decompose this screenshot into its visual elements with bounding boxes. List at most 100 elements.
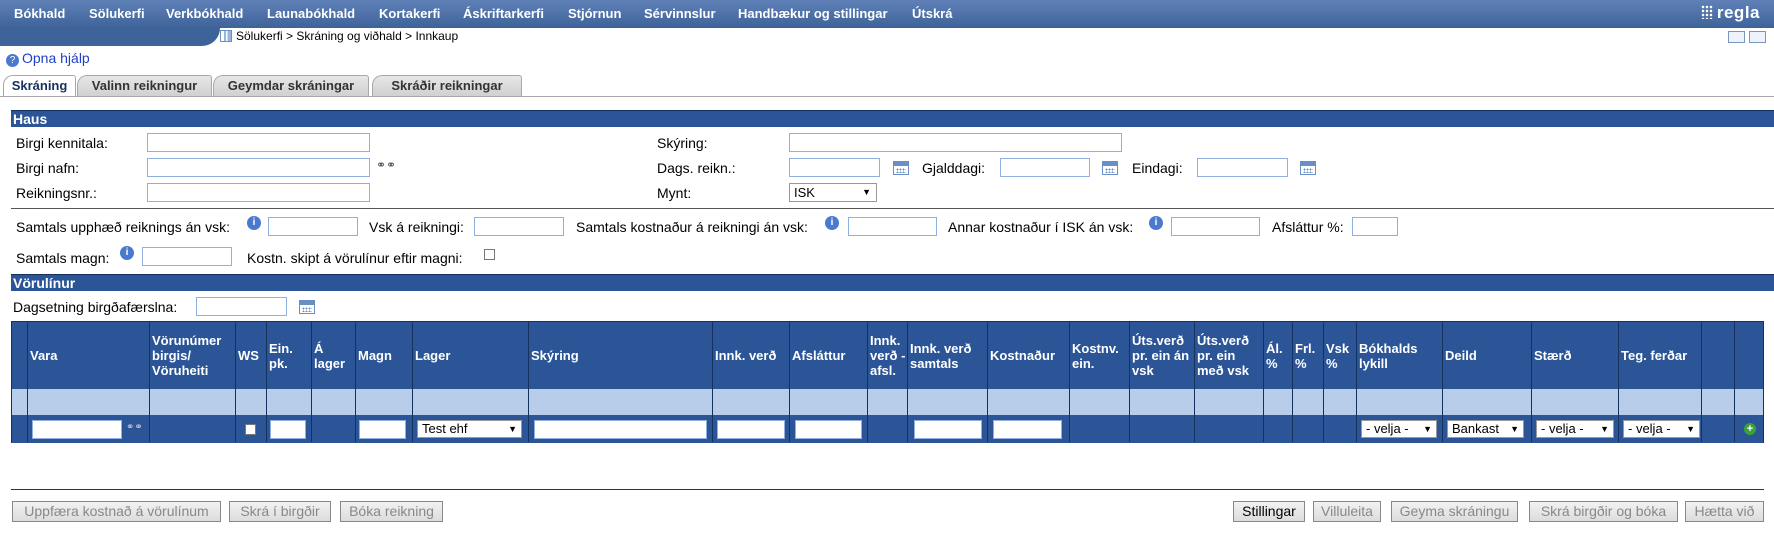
table-row: [12, 389, 1763, 415]
kostnadur-input[interactable]: [993, 420, 1062, 439]
gjalddagi-input[interactable]: [1000, 158, 1090, 177]
afslattur-input[interactable]: [1352, 217, 1398, 236]
samtals-upphaed-input[interactable]: [268, 217, 358, 236]
tab-baseline: [0, 96, 1774, 97]
teg-ferdar-select[interactable]: - velja - ▼: [1623, 420, 1700, 438]
birgi-kennitala-input[interactable]: [147, 133, 370, 152]
help-link[interactable]: ? Opna hjálp: [6, 50, 90, 67]
eindagi-input[interactable]: [1197, 158, 1288, 177]
header-kostnv-ein: Kostnv. ein.: [1072, 340, 1119, 371]
header-ws: WS: [238, 348, 259, 363]
add-row-icon[interactable]: +: [1744, 423, 1756, 435]
header-afslattur: Afsláttur: [792, 348, 846, 363]
boka-reikning-button[interactable]: Bóka reikning: [340, 501, 443, 522]
tab-geymdar-skraningar[interactable]: Geymdar skráningar: [213, 75, 369, 97]
ws-checkbox[interactable]: [245, 424, 256, 435]
calendar-icon[interactable]: [1102, 161, 1118, 175]
window-icon[interactable]: [1749, 31, 1766, 43]
header-skyring: Skýring: [531, 348, 579, 363]
breadcrumb: Sölukerfi > Skráning og viðhald > Innkau…: [220, 29, 458, 43]
mail-icon[interactable]: [1728, 31, 1745, 43]
tab-skradir-reikningar[interactable]: Skráðir reikningar: [372, 75, 522, 97]
info-icon[interactable]: i: [120, 246, 134, 260]
stillingar-button[interactable]: Stillingar: [1233, 501, 1305, 522]
header-teg-ferdar: Teg. ferðar: [1621, 348, 1688, 363]
section-haus: Haus: [11, 110, 1774, 127]
villuleita-button[interactable]: Villuleita: [1313, 501, 1381, 522]
deild-value: Bankast: [1452, 421, 1499, 436]
dagsetning-input[interactable]: [196, 297, 287, 316]
top-right-icons: [1724, 30, 1766, 46]
header-deild: Deild: [1445, 348, 1477, 363]
header-innk-verd-samtals: Innk. verð samtals: [910, 340, 972, 371]
dropdown-arrow-icon: ▼: [1686, 424, 1695, 434]
nav-item-stjornun[interactable]: Stjórnun: [568, 6, 621, 21]
vorulinur-table: Vara Vörunúmer birgis/ Vöruheiti WS Ein.…: [11, 321, 1764, 443]
nav-item-verkbokhald[interactable]: Verkbókhald: [166, 6, 243, 21]
afslattur-label: Afsláttur %:: [1272, 219, 1344, 235]
header-a-lager: Á lager: [314, 340, 346, 371]
reikningsnr-input[interactable]: [147, 183, 370, 202]
help-icon: ?: [6, 54, 19, 67]
calendar-icon[interactable]: [893, 161, 909, 175]
nav-item-utskra[interactable]: Útskrá: [912, 6, 952, 21]
nav-item-handbaekur[interactable]: Handbækur og stillingar: [738, 6, 888, 21]
skyring-row-input[interactable]: [534, 420, 707, 439]
reikningsnr-label: Reikningsnr.:: [16, 185, 97, 201]
help-text[interactable]: Opna hjálp: [22, 50, 90, 66]
kostn-skipt-label: Kostn. skipt á vörulínur eftir magni:: [247, 250, 463, 266]
geyma-skraningu-button[interactable]: Geyma skráningu: [1391, 501, 1518, 522]
skyring-input[interactable]: [789, 133, 1122, 152]
deild-select[interactable]: Bankast ▼: [1447, 420, 1524, 438]
info-icon[interactable]: i: [825, 216, 839, 230]
innk-verd-samtals-input[interactable]: [914, 420, 982, 439]
samtals-kostnadur-label: Samtals kostnaður á reikningi án vsk:: [576, 219, 808, 235]
lager-select[interactable]: Test ehf ▼: [417, 420, 522, 438]
samtals-magn-input[interactable]: [142, 247, 232, 266]
chart-icon: [220, 30, 232, 42]
mynt-value: ISK: [794, 185, 815, 200]
magn-input[interactable]: [359, 420, 406, 439]
dropdown-arrow-icon: ▼: [862, 187, 871, 197]
bokhalds-lykill-value: - velja -: [1366, 421, 1409, 436]
input-row: ⚭⚭ Test ehf ▼ - velja - ▼ Bankast ▼ - velja…: [12, 415, 1763, 443]
binoculars-icon[interactable]: ⚭⚭: [126, 422, 143, 433]
nav-item-askriftarkerfi[interactable]: Áskriftarkerfi: [463, 6, 544, 21]
mynt-select[interactable]: ISK ▼: [789, 183, 877, 202]
nav-item-kortakerfi[interactable]: Kortakerfi: [379, 6, 440, 21]
samtals-kostnadur-input[interactable]: [848, 217, 937, 236]
afslattur-row-input[interactable]: [795, 420, 862, 439]
calendar-icon[interactable]: [1300, 161, 1316, 175]
tab-skraning[interactable]: Skráning: [3, 75, 76, 97]
nav-item-launabokhald[interactable]: Launabókhald: [267, 6, 355, 21]
staerd-select[interactable]: - velja - ▼: [1536, 420, 1614, 438]
nav-item-servinnslur[interactable]: Sérvinnslur: [644, 6, 716, 21]
vsk-label: Vsk á reikningi:: [369, 219, 464, 235]
bokhalds-lykill-select[interactable]: - velja - ▼: [1361, 420, 1437, 438]
dags-reikn-input[interactable]: [789, 158, 880, 177]
ein-pk-input[interactable]: [270, 420, 306, 439]
haetta-vid-button[interactable]: Hætta við: [1685, 501, 1764, 522]
birgi-nafn-label: Birgi nafn:: [16, 160, 80, 176]
innk-verd-input[interactable]: [717, 420, 785, 439]
skra-birgdir-og-boka-button[interactable]: Skrá birgðir og bóka: [1529, 501, 1678, 522]
header-uts-verd-med-vsk: Úts.verð pr. ein með vsk: [1197, 333, 1250, 378]
skra-i-birgdir-button[interactable]: Skrá í birgðir: [229, 501, 331, 522]
header-frl: Frl. %: [1295, 340, 1316, 371]
vara-input[interactable]: [32, 420, 122, 439]
annar-kostnadur-input[interactable]: [1171, 217, 1260, 236]
nav-item-bokhald[interactable]: Bókhald: [14, 6, 65, 21]
samtals-magn-label: Samtals magn:: [16, 250, 110, 266]
uppfaera-kostnad-button[interactable]: Uppfæra kostnað á vörulínum: [12, 501, 221, 522]
kostn-skipt-checkbox[interactable]: [484, 249, 495, 260]
vsk-input[interactable]: [474, 217, 564, 236]
info-icon[interactable]: i: [247, 216, 261, 230]
dagsetning-label: Dagsetning birgðafærslna:: [13, 299, 178, 315]
nav-item-solukerfi[interactable]: Sölukerfi: [89, 6, 145, 21]
tab-valinn-reikningur[interactable]: Valinn reikningur: [77, 75, 212, 97]
birgi-nafn-input[interactable]: [147, 158, 370, 177]
binoculars-icon[interactable]: ⚭⚭: [376, 158, 396, 172]
header-innk-verd-afsl: Innk. verð - afsl.: [870, 333, 906, 378]
calendar-icon[interactable]: [299, 300, 315, 314]
info-icon[interactable]: i: [1149, 216, 1163, 230]
